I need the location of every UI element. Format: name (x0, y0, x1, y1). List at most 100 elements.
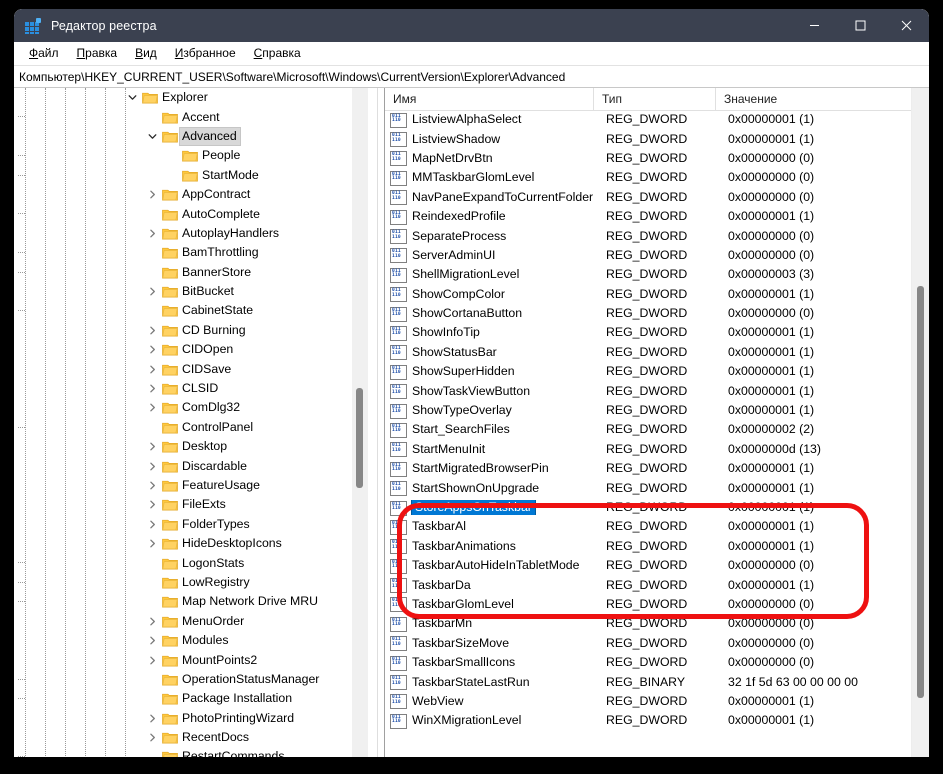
column-header-0[interactable]: Имя (385, 88, 594, 110)
table-row[interactable]: 011 110 TaskbarStateLastRun REG_BINARY 32 1f… (385, 672, 912, 691)
chevron-right-icon[interactable] (144, 534, 160, 553)
table-row[interactable]: 011 110 MapNetDrvBtn REG_DWORD 0x00000000 (0… (385, 149, 912, 168)
tree-node-advanced[interactable]: Advanced (14, 126, 368, 146)
table-row[interactable]: 011 110 ShowCompColor REG_DWORD 0x00000001 (… (385, 285, 912, 304)
tree-node-operationstatusmanager[interactable]: OperationStatusManager (14, 670, 368, 689)
table-row[interactable]: 011 110 ShowCortanaButton REG_DWORD 0x000000… (385, 304, 912, 323)
close-button[interactable] (883, 9, 929, 42)
tree-node-autoplayhandlers[interactable]: AutoplayHandlers (14, 224, 368, 243)
tree-node-cidopen[interactable]: CIDOpen (14, 340, 368, 359)
chevron-right-icon[interactable] (144, 515, 160, 534)
tree-vertical-scrollbar[interactable] (352, 88, 368, 757)
chevron-right-icon[interactable] (144, 631, 160, 650)
chevron-right-icon[interactable] (144, 359, 160, 378)
tree-node-bamthrottling[interactable]: BamThrottling (14, 243, 368, 262)
column-header-2[interactable]: Значение (716, 88, 906, 110)
table-row[interactable]: 011 110 Start_SearchFiles REG_DWORD 0x000000… (385, 420, 912, 439)
tree-node-mountpoints2[interactable]: MountPoints2 (14, 650, 368, 669)
table-row[interactable]: 011 110 ShowStatusBar REG_DWORD 0x00000001 (… (385, 343, 912, 362)
table-row[interactable]: 011 110 StartMigratedBrowserPin REG_DWORD 0x… (385, 459, 912, 478)
tree-node-package-installation[interactable]: Package Installation (14, 689, 368, 708)
chevron-right-icon[interactable] (144, 709, 160, 728)
tree-scroll-region[interactable]: Explorer Accent Advanced People StartMode App… (14, 88, 368, 757)
tree-node-discardable[interactable]: Discardable (14, 456, 368, 475)
chevron-right-icon[interactable] (144, 321, 160, 340)
table-row[interactable]: 011 110 ShowInfoTip REG_DWORD 0x00000001 (1) (385, 323, 912, 342)
table-row[interactable]: 011 110 MMTaskbarGlomLevel REG_DWORD 0x00000… (385, 168, 912, 187)
tree-scrollbar-thumb[interactable] (356, 388, 363, 488)
tree-node-startmode[interactable]: StartMode (14, 166, 368, 185)
chevron-right-icon[interactable] (144, 476, 160, 495)
menu-item-вид[interactable]: Вид (126, 44, 166, 63)
tree-node-foldertypes[interactable]: FolderTypes (14, 515, 368, 534)
tree-node-map-network-drive-mru[interactable]: Map Network Drive MRU (14, 592, 368, 611)
table-row[interactable]: 011 110 ReindexedProfile REG_DWORD 0x0000000… (385, 207, 912, 226)
table-row[interactable]: 011 110 ShowSuperHidden REG_DWORD 0x00000001… (385, 362, 912, 381)
table-row[interactable]: 011 110 WebView REG_DWORD 0x00000001 (1) (385, 692, 912, 711)
tree-node-desktop[interactable]: Desktop (14, 437, 368, 456)
chevron-right-icon[interactable] (144, 398, 160, 417)
table-row[interactable]: 011 110 ListviewShadow REG_DWORD 0x00000001 … (385, 129, 912, 148)
tree-node-fileexts[interactable]: FileExts (14, 495, 368, 514)
table-row[interactable]: 011 110 ShowTypeOverlay REG_DWORD 0x00000001… (385, 401, 912, 420)
chevron-right-icon[interactable] (144, 612, 160, 631)
tree-node-comdlg32[interactable]: ComDlg32 (14, 398, 368, 417)
table-row[interactable]: 011 110 ListviewAlphaSelect REG_DWORD 0x0000… (385, 110, 912, 129)
table-row[interactable]: 011 110 TaskbarDa REG_DWORD 0x00000001 (1) (385, 575, 912, 594)
tree-node-people[interactable]: People (14, 146, 368, 165)
tree-node-hidedesktopicons[interactable]: HideDesktopIcons (14, 534, 368, 553)
menu-item-файл[interactable]: Файл (20, 44, 68, 63)
table-row[interactable]: 011 110 TaskbarSizeMove REG_DWORD 0x00000000… (385, 634, 912, 653)
minimize-button[interactable] (791, 9, 837, 42)
tree-node-photoprintingwizard[interactable]: PhotoPrintingWizard (14, 709, 368, 728)
list-scrollbar-thumb[interactable] (917, 286, 924, 698)
table-row[interactable]: 011 110 TaskbarAutoHideInTabletMode REG_DWO… (385, 556, 912, 575)
tree-node-featureusage[interactable]: FeatureUsage (14, 476, 368, 495)
chevron-right-icon[interactable] (144, 437, 160, 456)
tree-node-cd-burning[interactable]: CD Burning (14, 321, 368, 340)
tree-node-autocomplete[interactable]: AutoComplete (14, 204, 368, 223)
table-row[interactable]: 011 110 ServerAdminUI REG_DWORD 0x00000000 (… (385, 246, 912, 265)
tree-node-appcontract[interactable]: AppContract (14, 185, 368, 204)
table-row[interactable]: 011 110 TaskbarSmallIcons REG_DWORD 0x000000… (385, 653, 912, 672)
chevron-right-icon[interactable] (144, 650, 160, 669)
chevron-right-icon[interactable] (144, 340, 160, 359)
tree-node-recentdocs[interactable]: RecentDocs (14, 728, 368, 747)
column-header-1[interactable]: Тип (594, 88, 716, 110)
table-row[interactable]: 011 110 StartMenuInit REG_DWORD 0x0000000d (… (385, 440, 912, 459)
chevron-right-icon[interactable] (144, 456, 160, 475)
table-row[interactable]: 011 110 TaskbarAl REG_DWORD 0x00000001 (1) (385, 517, 912, 536)
table-row[interactable]: 011 110 TaskbarAnimations REG_DWORD 0x000000… (385, 537, 912, 556)
table-row[interactable]: 011 110 NavPaneExpandToCurrentFolder REG_DW… (385, 188, 912, 207)
tree-node-explorer[interactable]: Explorer (14, 88, 368, 107)
tree-node-modules[interactable]: Modules (14, 631, 368, 650)
maximize-button[interactable] (837, 9, 883, 42)
chevron-down-icon[interactable] (144, 127, 160, 146)
tree-node-cabinetstate[interactable]: CabinetState (14, 301, 368, 320)
tree-node-restartcommands[interactable]: RestartCommands (14, 747, 368, 757)
chevron-right-icon[interactable] (144, 185, 160, 204)
menu-item-справка[interactable]: Справка (245, 44, 310, 63)
tree-node-controlpanel[interactable]: ControlPanel (14, 418, 368, 437)
chevron-right-icon[interactable] (144, 282, 160, 301)
list-vertical-scrollbar[interactable] (911, 88, 929, 757)
address-bar[interactable]: Компьютер\HKEY_CURRENT_USER\Software\Mic… (14, 65, 929, 88)
tree-node-clsid[interactable]: CLSID (14, 379, 368, 398)
table-row[interactable]: 011 110 ShowTaskViewButton REG_DWORD 0x00000… (385, 381, 912, 400)
menu-item-правка[interactable]: Правка (68, 44, 127, 63)
pane-splitter[interactable] (377, 88, 385, 757)
tree-node-lowregistry[interactable]: LowRegistry (14, 573, 368, 592)
table-row[interactable]: 011 110 TaskbarGlomLevel REG_DWORD 0x0000000… (385, 595, 912, 614)
tree-node-accent[interactable]: Accent (14, 107, 368, 126)
chevron-right-icon[interactable] (144, 728, 160, 747)
table-row[interactable]: 011 110 TaskbarMn REG_DWORD 0x00000000 (0) (385, 614, 912, 633)
table-row[interactable]: 011 110 SeparateProcess REG_DWORD 0x00000000… (385, 226, 912, 245)
chevron-right-icon[interactable] (144, 379, 160, 398)
tree-node-bannerstore[interactable]: BannerStore (14, 263, 368, 282)
chevron-right-icon[interactable] (144, 224, 160, 243)
table-row[interactable]: 011 110 WinXMigrationLevel REG_DWORD 0x00000… (385, 711, 912, 730)
table-row[interactable]: 011 110 StoreAppsOnTaskbar REG_DWORD 0x00000… (385, 498, 912, 517)
table-row[interactable]: 011 110 ShellMigrationLevel REG_DWORD 0x0000… (385, 265, 912, 284)
tree-node-logonstats[interactable]: LogonStats (14, 553, 368, 572)
menu-item-избранное[interactable]: Избранное (166, 44, 245, 63)
